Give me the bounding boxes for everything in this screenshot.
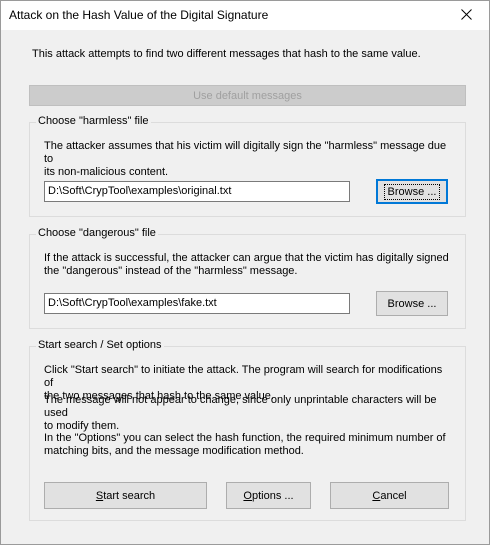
window-title: Attack on the Hash Value of the Digital … <box>9 8 269 22</box>
start-search-button[interactable]: Start search <box>44 482 207 509</box>
options-accelerator: O <box>243 489 252 502</box>
search-paragraph-3: In the "Options" you can select the hash… <box>44 432 454 458</box>
harmless-browse-button[interactable]: Browse ... <box>376 179 448 204</box>
intro-text: This attack attempts to find two differe… <box>32 48 421 60</box>
harmless-group-legend: Choose "harmless" file <box>36 115 151 127</box>
search-paragraph-2: The message will not appear to change, s… <box>44 394 454 433</box>
cancel-button[interactable]: Cancel <box>330 482 449 509</box>
start-search-label-text: tart search <box>103 489 156 502</box>
search-text-line: The message will not appear to change, s… <box>44 394 437 419</box>
start-search-label: Start search <box>96 490 155 502</box>
options-label-text: ptions ... <box>251 489 294 502</box>
dangerous-file-path-value: D:\Soft\CrypTool\examples\fake.txt <box>48 297 217 309</box>
dialog-body: This attack attempts to find two differe… <box>8 30 482 537</box>
start-search-group-legend: Start search / Set options <box>36 339 164 351</box>
dangerous-group-legend: Choose "dangerous" file <box>36 227 158 239</box>
close-button[interactable] <box>445 1 489 30</box>
dangerous-browse-label: Browse ... <box>387 297 437 310</box>
cancel-label-text: ancel <box>380 489 407 502</box>
harmless-file-group: Choose "harmless" file The attacker assu… <box>29 115 466 217</box>
dangerous-description-line: If the attack is successful, the attacke… <box>44 252 449 264</box>
use-default-messages-button[interactable]: Use default messages <box>29 85 466 106</box>
harmless-description: The attacker assumes that his victim wil… <box>44 140 454 179</box>
cancel-label: Cancel <box>372 490 406 502</box>
search-text-line: Click "Start search" to initiate the att… <box>44 364 443 389</box>
dangerous-file-group: Choose "dangerous" file If the attack is… <box>29 227 466 329</box>
search-text-line: In the "Options" you can select the hash… <box>44 432 446 444</box>
dangerous-description: If the attack is successful, the attacke… <box>44 252 454 278</box>
close-icon <box>461 9 472 20</box>
harmless-file-path-field[interactable]: D:\Soft\CrypTool\examples\original.txt <box>44 181 350 202</box>
harmless-file-path-value: D:\Soft\CrypTool\examples\original.txt <box>48 185 232 197</box>
harmless-description-line: The attacker assumes that his victim wil… <box>44 140 447 165</box>
dangerous-browse-button[interactable]: Browse ... <box>376 291 448 316</box>
search-text-line: matching bits, and the message modificat… <box>44 445 304 457</box>
dangerous-file-path-field[interactable]: D:\Soft\CrypTool\examples\fake.txt <box>44 293 350 314</box>
harmless-browse-label: Browse ... <box>383 183 441 200</box>
title-bar: Attack on the Hash Value of the Digital … <box>1 1 489 30</box>
harmless-description-line: its non-malicious content. <box>44 166 169 178</box>
start-search-group: Start search / Set options Click "Start … <box>29 339 466 521</box>
use-default-messages-label: Use default messages <box>193 89 302 102</box>
options-button[interactable]: Options ... <box>226 482 311 509</box>
options-label: Options ... <box>243 490 293 502</box>
dangerous-description-line: the "dangerous" instead of the "harmless… <box>44 265 298 277</box>
dialog-window: Attack on the Hash Value of the Digital … <box>0 0 490 545</box>
